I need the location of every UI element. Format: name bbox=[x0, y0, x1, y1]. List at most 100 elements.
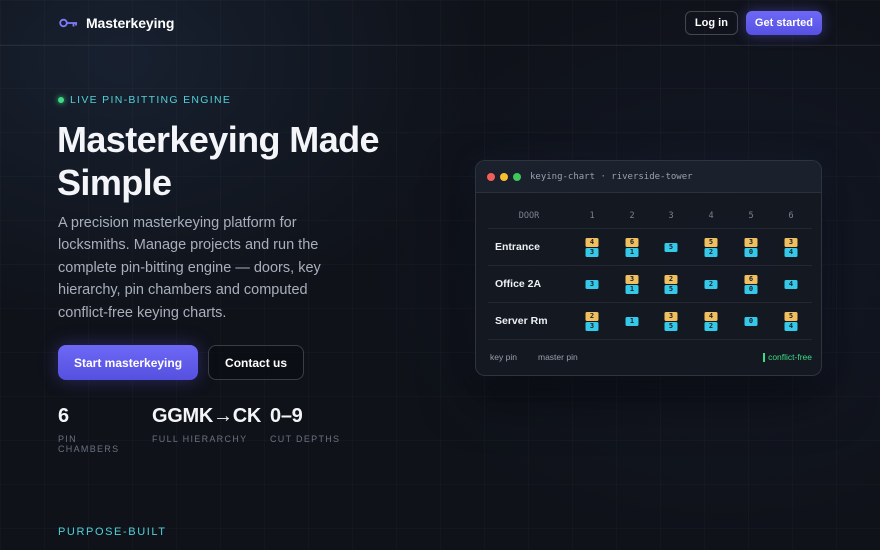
pin-chamber-cell: 60 bbox=[744, 275, 758, 294]
close-dot-icon bbox=[487, 172, 495, 181]
pin-chamber-cell: 54 bbox=[784, 312, 798, 331]
legend-master-pin-label: master pin bbox=[538, 352, 578, 362]
keying-chart-table: DOOR 123456 Entrance 4 3 6 1 5 5 2 3 0 3 4 Office 2A… bbox=[488, 207, 812, 340]
pin-chamber-cell: 2 bbox=[704, 280, 718, 289]
chart-legend: key pin master pin conflict-free bbox=[490, 351, 812, 365]
stat-label: CUT DEPTHS bbox=[270, 434, 341, 444]
chamber-header: 2 bbox=[629, 211, 635, 221]
key-pin: 5 bbox=[664, 285, 678, 294]
hero-eyebrow-text: LIVE PIN-BITTING ENGINE bbox=[70, 94, 232, 106]
master-pin: 2 bbox=[585, 312, 599, 321]
key-pin: 2 bbox=[704, 280, 718, 289]
nav-actions: Log in Get started bbox=[684, 10, 822, 35]
key-pin: 2 bbox=[704, 248, 718, 257]
chart-status-label: conflict-free bbox=[768, 352, 812, 362]
pin-chamber-cell: 0 bbox=[744, 317, 758, 326]
pin-chamber-cell: 23 bbox=[585, 312, 599, 331]
pin-chamber-cell: 3 bbox=[585, 280, 599, 289]
master-pin: 2 bbox=[664, 275, 678, 284]
pin-chamber-cell: 4 bbox=[784, 280, 798, 289]
master-pin: 3 bbox=[784, 238, 798, 247]
stat-label: FULL HIERARCHY bbox=[152, 434, 248, 444]
keying-chart-card: keying-chart · riverside-tower DOOR 1234… bbox=[475, 160, 822, 376]
key-pin: 3 bbox=[585, 248, 599, 257]
stat-cut-depths: 0–9 CUT DEPTHS bbox=[270, 405, 350, 454]
contact-us-button[interactable]: Contact us bbox=[208, 345, 305, 380]
table-row[interactable]: Office 2A 3 3 1 2 5 2 6 0 4 bbox=[488, 266, 812, 303]
window-title: keying-chart · riverside-tower bbox=[530, 171, 693, 182]
pin-chamber-cell: 30 bbox=[744, 238, 758, 257]
key-pin: 1 bbox=[625, 285, 639, 294]
key-icon bbox=[59, 18, 77, 27]
master-pin: 3 bbox=[744, 238, 758, 247]
pin-chamber-cell: 35 bbox=[664, 312, 678, 331]
chart-status: conflict-free bbox=[763, 352, 812, 362]
stat-value: GGMK→CK bbox=[152, 405, 262, 427]
master-pin: 5 bbox=[704, 238, 718, 247]
status-indicator-icon bbox=[763, 352, 766, 362]
key-pin: 1 bbox=[625, 248, 639, 257]
door-name: Entrance bbox=[495, 241, 540, 253]
door-column-header: DOOR bbox=[518, 211, 540, 221]
key-pin: 2 bbox=[704, 322, 718, 331]
stat-value: 0–9 bbox=[270, 405, 303, 427]
key-pin: 3 bbox=[585, 280, 599, 289]
key-pin: 0 bbox=[744, 317, 758, 326]
master-pin: 6 bbox=[744, 275, 758, 284]
chamber-header: 4 bbox=[708, 211, 714, 221]
stat-pin-chambers: 6 PIN CHAMBERS bbox=[58, 405, 134, 454]
minimize-dot-icon bbox=[500, 172, 508, 181]
stat-label: PIN CHAMBERS bbox=[58, 434, 120, 454]
key-pin: 4 bbox=[784, 322, 798, 331]
pin-chamber-cell: 61 bbox=[625, 238, 639, 257]
key-pin: 0 bbox=[744, 285, 758, 294]
chamber-header: 6 bbox=[788, 211, 794, 221]
hero-stats: 6 PIN CHAMBERS GGMK→CK FULL HIERARCHY 0–… bbox=[58, 405, 368, 454]
chamber-header: 3 bbox=[668, 211, 674, 221]
chamber-header: 5 bbox=[748, 211, 754, 221]
pin-chamber-cell: 31 bbox=[625, 275, 639, 294]
master-pin: 6 bbox=[625, 238, 639, 247]
legend-key-pin-label: key pin bbox=[490, 352, 517, 362]
hero-eyebrow: LIVE PIN-BITTING ENGINE bbox=[58, 94, 231, 106]
table-row[interactable]: Server Rm 2 3 1 3 5 4 2 0 5 4 bbox=[488, 303, 812, 340]
legend-master-pin: master pin bbox=[538, 352, 578, 362]
legend-key-pin: key pin bbox=[490, 352, 517, 362]
door-name: Server Rm bbox=[495, 315, 548, 327]
brand-name: Masterkeying bbox=[86, 14, 175, 31]
chamber-header: 1 bbox=[589, 211, 595, 221]
pin-chamber-cell: 34 bbox=[784, 238, 798, 257]
pin-chamber-cell: 1 bbox=[625, 317, 639, 326]
pin-chamber-cell: 25 bbox=[664, 275, 678, 294]
key-pin: 1 bbox=[625, 317, 639, 326]
section-eyebrow: PURPOSE-BUILT bbox=[58, 526, 167, 538]
maximize-dot-icon bbox=[513, 172, 521, 181]
pin-chamber-cell: 52 bbox=[704, 238, 718, 257]
top-nav: Masterkeying Log in Get started bbox=[0, 0, 880, 46]
hero-cta-row: Start masterkeying Contact us bbox=[58, 345, 305, 380]
master-pin: 5 bbox=[784, 312, 798, 321]
get-started-button[interactable]: Get started bbox=[745, 10, 822, 35]
hero-headline: Masterkeying Made Simple bbox=[57, 119, 380, 203]
key-pin: 4 bbox=[784, 248, 798, 257]
stat-value: 6 bbox=[58, 405, 69, 427]
door-name: Office 2A bbox=[495, 278, 542, 290]
key-pin: 5 bbox=[664, 243, 678, 252]
brand[interactable]: Masterkeying bbox=[59, 15, 174, 31]
master-pin: 3 bbox=[664, 312, 678, 321]
pin-chamber-cell: 5 bbox=[664, 243, 678, 252]
start-masterkeying-button[interactable]: Start masterkeying bbox=[58, 345, 199, 380]
key-pin: 4 bbox=[784, 280, 798, 289]
window-title-bar: keying-chart · riverside-tower bbox=[476, 161, 821, 193]
chart-header-row: DOOR 1 2 3 4 5 6 bbox=[488, 207, 812, 229]
master-pin: 4 bbox=[585, 238, 599, 247]
pin-chamber-cell: 43 bbox=[585, 238, 599, 257]
key-pin: 3 bbox=[585, 322, 599, 331]
login-button[interactable]: Log in bbox=[684, 10, 738, 35]
key-pin: 0 bbox=[744, 248, 758, 257]
pin-chamber-cell: 42 bbox=[704, 312, 718, 331]
key-pin: 5 bbox=[664, 322, 678, 331]
live-status-dot bbox=[58, 97, 64, 103]
table-row[interactable]: Entrance 4 3 6 1 5 5 2 3 0 3 4 bbox=[488, 229, 812, 266]
master-pin: 3 bbox=[625, 275, 639, 284]
